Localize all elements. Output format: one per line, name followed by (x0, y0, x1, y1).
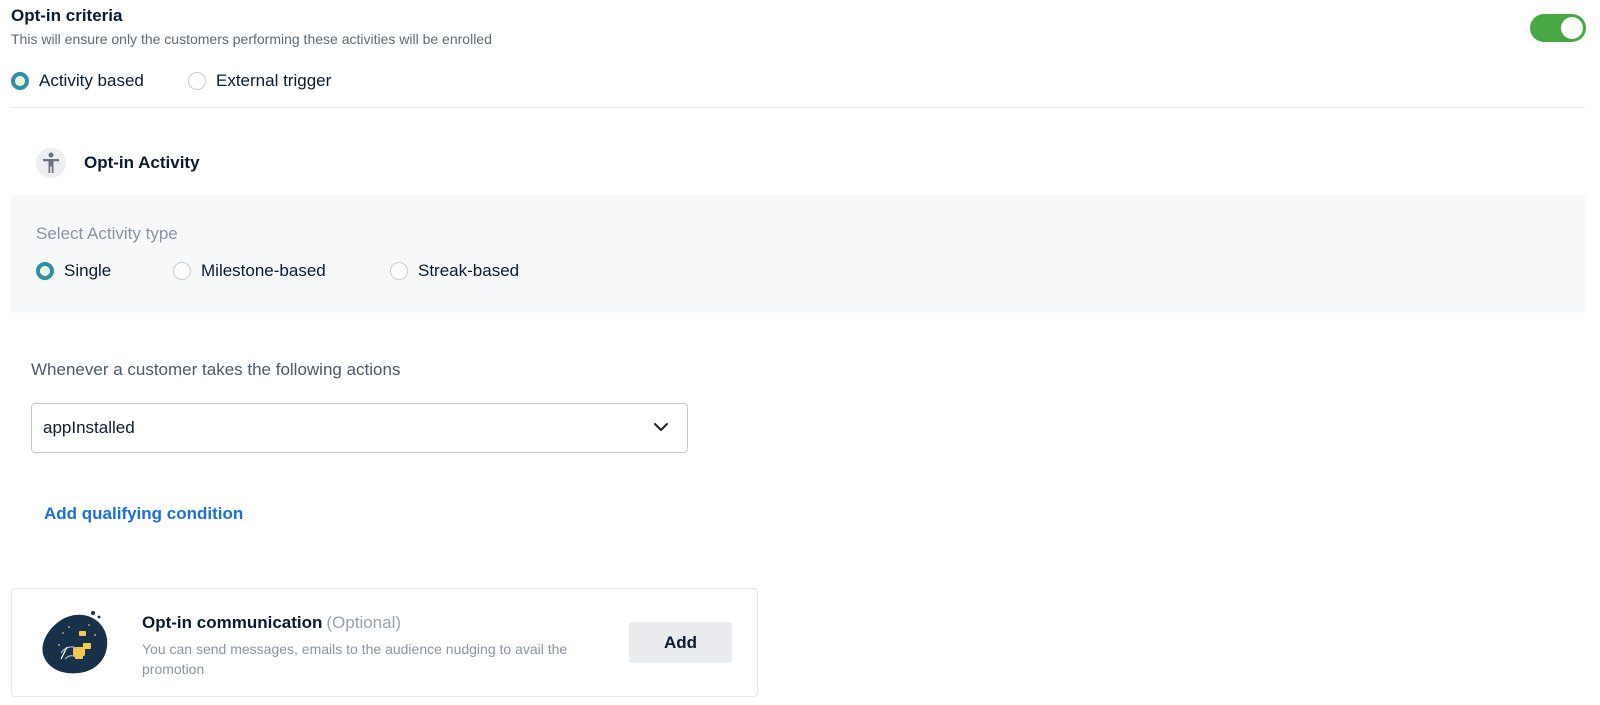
radio-checked-icon (36, 262, 54, 280)
radio-activity-based[interactable]: Activity based (11, 71, 188, 91)
communication-title: Opt-in communication (Optional) (142, 613, 592, 633)
radio-milestone-based[interactable]: Milestone-based (173, 261, 390, 281)
action-select[interactable]: appInstalled (31, 403, 688, 453)
communication-illustration-icon (39, 609, 113, 682)
communication-text: Opt-in communication (Optional) You can s… (142, 613, 592, 679)
radio-unchecked-icon (173, 262, 191, 280)
radio-label: Milestone-based (201, 261, 326, 280)
radio-label: External trigger (216, 71, 332, 90)
communication-description: You can send messages, emails to the aud… (142, 641, 568, 677)
radio-unchecked-icon (188, 72, 206, 90)
section-subtitle: This will ensure only the customers perf… (11, 31, 492, 47)
radio-label: Activity based (39, 71, 144, 90)
section-title: Opt-in criteria (11, 6, 123, 25)
radio-label: Single (64, 261, 112, 280)
add-qualifying-condition-link[interactable]: Add qualifying condition (44, 504, 243, 524)
chevron-down-icon (653, 419, 669, 437)
radio-unchecked-icon (390, 262, 408, 280)
activity-type-radio-group: Single Milestone-based Streak-based (36, 261, 519, 281)
opt-in-activity-title: Opt-in Activity (84, 153, 200, 172)
action-select-value: appInstalled (43, 418, 135, 437)
trigger-radio-group: Activity based External trigger (11, 71, 331, 91)
divider (11, 107, 1585, 108)
toggle-knob (1561, 17, 1583, 39)
optional-label: (Optional) (326, 613, 402, 632)
opt-in-activity-header: Opt-in Activity (36, 148, 200, 178)
section-header: Opt-in criteria This will ensure only th… (11, 6, 492, 48)
add-communication-button[interactable]: Add (629, 622, 732, 663)
accessibility-person-icon (36, 148, 66, 178)
radio-single[interactable]: Single (36, 261, 173, 281)
opt-in-toggle[interactable] (1530, 14, 1586, 42)
opt-in-criteria-page: Opt-in criteria This will ensure only th… (0, 0, 1600, 705)
radio-label: Streak-based (418, 261, 520, 280)
actions-label: Whenever a customer takes the following … (31, 360, 401, 379)
communication-title-text: Opt-in communication (142, 613, 323, 632)
activity-type-label: Select Activity type (36, 224, 178, 243)
radio-streak-based[interactable]: Streak-based (390, 261, 519, 281)
activity-type-panel: Select Activity type Single Milestone-ba… (11, 195, 1585, 313)
opt-in-communication-card: Opt-in communication (Optional) You can s… (11, 588, 758, 697)
radio-checked-icon (11, 72, 29, 90)
radio-external-trigger[interactable]: External trigger (188, 71, 331, 91)
